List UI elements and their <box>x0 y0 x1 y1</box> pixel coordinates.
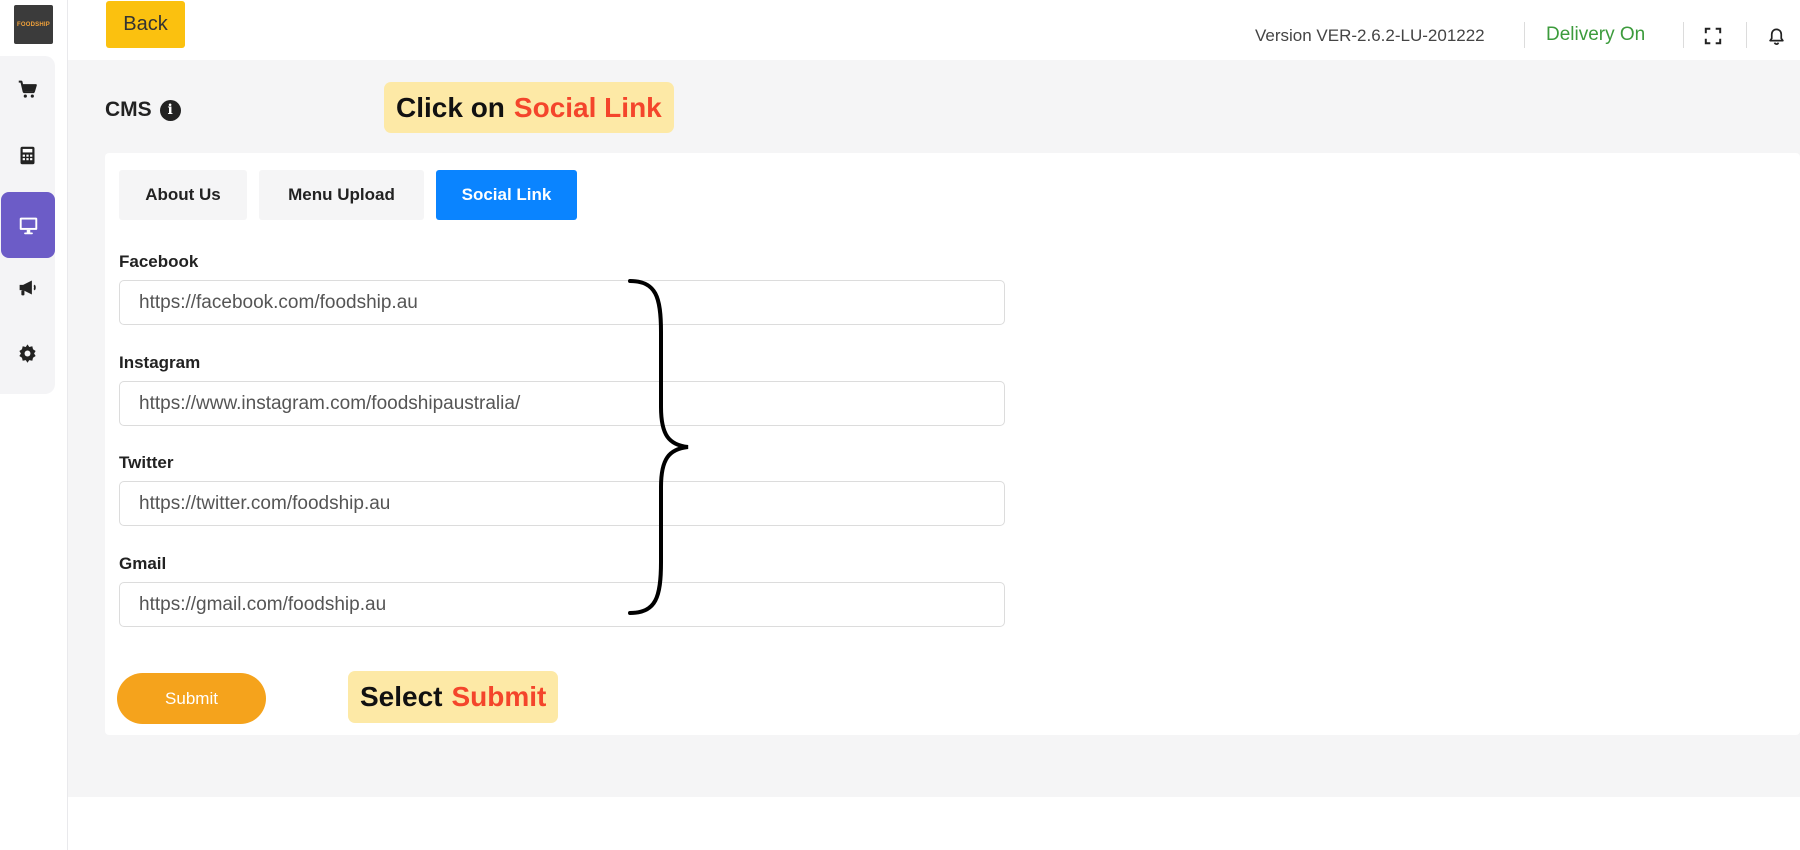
facebook-field[interactable] <box>119 280 1005 325</box>
bell-icon <box>1768 28 1784 45</box>
submit-button[interactable]: Submit <box>117 673 266 724</box>
back-button[interactable]: Back <box>106 1 185 48</box>
sidebar: FOODSHIP <box>0 0 68 850</box>
tab-social-link[interactable]: Social Link <box>436 170 577 220</box>
sidebar-item-marketing[interactable] <box>0 254 55 320</box>
header-divider <box>1683 22 1684 48</box>
sidebar-item-cms[interactable] <box>1 192 55 258</box>
sidebar-item-orders[interactable] <box>0 56 55 122</box>
sidebar-item-settings[interactable] <box>0 320 55 386</box>
gmail-label: Gmail <box>119 554 167 573</box>
tab-menu-upload[interactable]: Menu Upload <box>259 170 424 220</box>
main-content: CMS i Click on Social Link About Us Menu… <box>68 60 1800 797</box>
cart-icon <box>18 80 37 98</box>
app-logo[interactable]: FOODSHIP <box>14 5 53 44</box>
twitter-field[interactable] <box>119 481 1005 526</box>
monitor-icon <box>19 217 37 234</box>
callout-accent: Social Link <box>513 91 662 123</box>
page-title-text: CMS <box>105 98 152 121</box>
callout-click-social-link: Click on Social Link <box>384 82 674 133</box>
cms-card: About Us Menu Upload Social Link Faceboo… <box>105 153 1800 735</box>
calculator-icon <box>20 146 35 164</box>
sidebar-item-pos[interactable] <box>0 122 55 188</box>
megaphone-icon <box>19 280 36 295</box>
facebook-label: Facebook <box>119 252 199 271</box>
header-divider <box>1746 22 1747 48</box>
delivery-status-toggle[interactable]: Delivery On <box>1546 24 1645 46</box>
info-icon[interactable]: i <box>159 99 181 121</box>
logo-text: FOODSHIP <box>17 21 50 28</box>
top-header: Back Version VER-2.6.2-LU-201222 Deliver… <box>68 0 1800 60</box>
twitter-label: Twitter <box>119 453 174 472</box>
header-divider <box>1524 22 1525 48</box>
callout-accent: Submit <box>451 681 547 712</box>
callout-prefix: Select <box>360 681 443 712</box>
fullscreen-icon <box>1704 27 1722 45</box>
fullscreen-button[interactable] <box>1702 25 1724 47</box>
callout-select-submit: Select Submit <box>348 671 559 723</box>
tab-about-us[interactable]: About Us <box>119 170 247 220</box>
callout-prefix: Click on <box>396 91 505 123</box>
notifications-button[interactable] <box>1765 25 1787 47</box>
version-text: Version VER-2.6.2-LU-201222 <box>1255 26 1485 45</box>
instagram-label: Instagram <box>119 353 201 372</box>
page-title: CMS i <box>105 98 181 122</box>
annotation-brace <box>628 279 689 615</box>
gmail-field[interactable] <box>119 582 1005 627</box>
gear-icon <box>19 343 36 363</box>
instagram-field[interactable] <box>119 381 1005 426</box>
sidebar-nav <box>0 56 55 394</box>
